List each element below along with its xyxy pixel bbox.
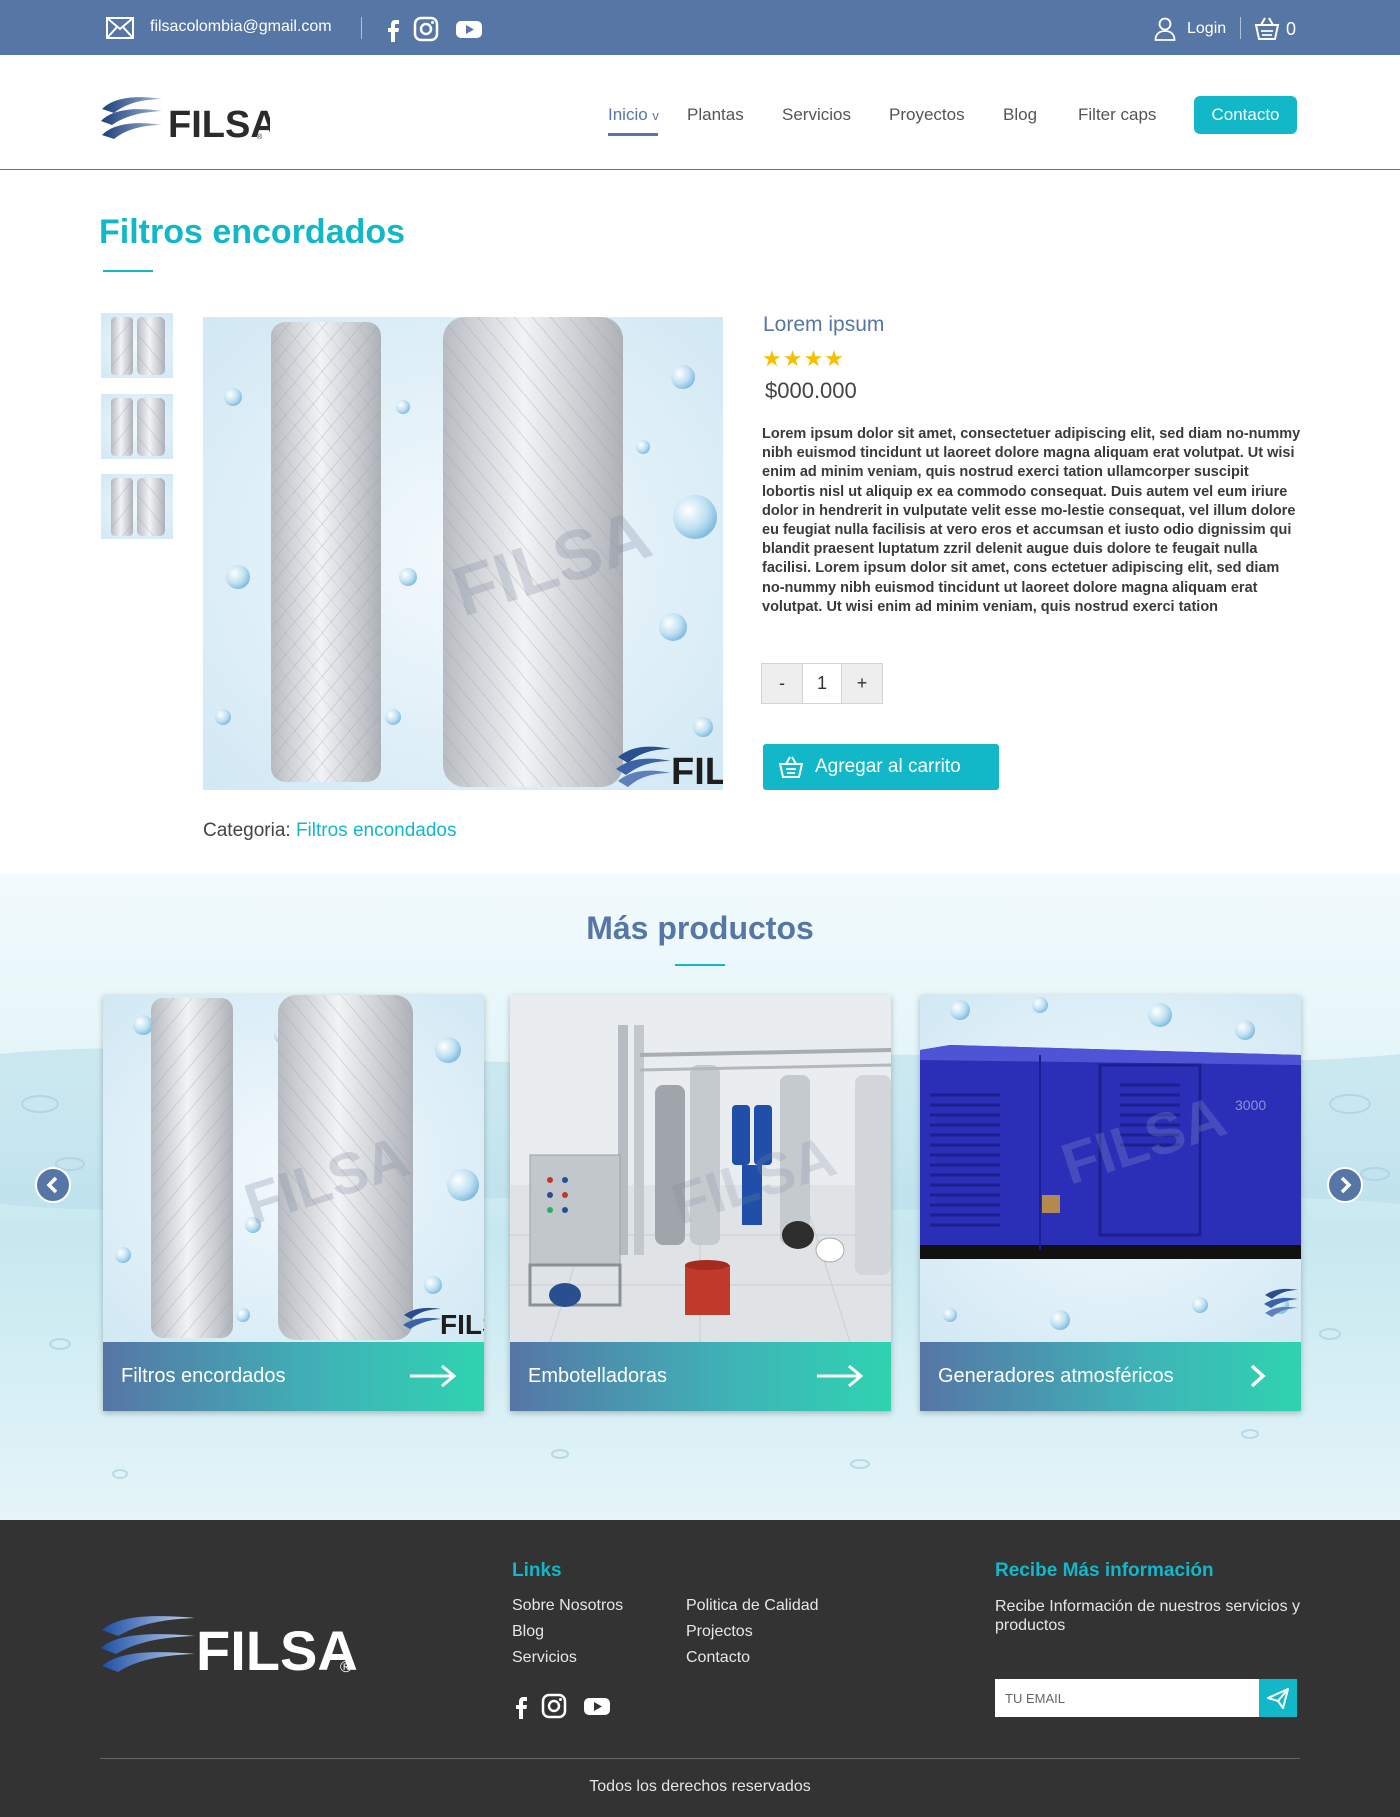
product-card-label: Filtros encordados: [121, 1365, 286, 1387]
product-thumbnail[interactable]: [101, 313, 173, 378]
facebook-icon[interactable]: [380, 16, 406, 42]
rating-stars: ★★★★: [762, 346, 845, 371]
image-brand: FILS: [671, 751, 723, 790]
product-description: Lorem ipsum dolor sit amet, consectetuer…: [762, 426, 1301, 615]
arrow-right-icon[interactable]: [408, 1362, 458, 1390]
nav-blog[interactable]: Blog: [1003, 105, 1037, 125]
quantity-increase-button[interactable]: +: [842, 664, 882, 703]
nav-inicio[interactable]: Inicio v: [608, 105, 659, 125]
quantity-stepper: - 1 +: [761, 663, 883, 704]
nav-filter-caps[interactable]: Filter caps: [1078, 105, 1156, 125]
divider: [1240, 17, 1241, 39]
copyright-text: Todos los derechos reservados: [589, 1778, 811, 1795]
nav-label: Inicio: [608, 105, 648, 124]
product-card-footer: Filtros encordados: [103, 1342, 484, 1411]
newsletter-email-input[interactable]: [995, 1679, 1259, 1717]
product-card-footer: Embotelladoras: [510, 1342, 891, 1411]
footer-link-sobre-nosotros[interactable]: Sobre Nosotros: [512, 1597, 623, 1615]
cart-count[interactable]: 0: [1286, 19, 1296, 40]
login-link[interactable]: Login: [1187, 20, 1226, 38]
category-label: Categoria:: [203, 820, 291, 841]
footer-link-contacto[interactable]: Contacto: [686, 1649, 750, 1667]
newsletter-send-button[interactable]: [1259, 1679, 1297, 1717]
filsa-logo[interactable]: FILSA ®: [100, 91, 270, 143]
add-to-cart-label: Agregar al carrito: [815, 756, 961, 777]
category-link[interactable]: Filtros encondados: [296, 820, 457, 841]
footer-link-blog[interactable]: Blog: [512, 1623, 544, 1641]
carousel-next-button[interactable]: [1327, 1167, 1363, 1203]
footer-links-heading: Links: [512, 1560, 562, 1581]
product-card-image: 3000 FILSA: [920, 995, 1301, 1342]
product-card[interactable]: 3000 FILSA Generadores atmosféricos: [920, 995, 1301, 1411]
product-name: Lorem ipsum: [763, 313, 885, 336]
filsa-logo[interactable]: FILSA ®: [100, 1608, 360, 1678]
product-card-footer: Generadores atmosféricos: [920, 1342, 1301, 1411]
arrow-right-icon[interactable]: [1243, 1362, 1271, 1390]
instagram-icon[interactable]: [413, 16, 439, 42]
divider: [361, 17, 362, 39]
product-card[interactable]: FILSA FILS Filtros encordados: [103, 995, 484, 1411]
cart-icon[interactable]: [1254, 16, 1280, 42]
logo-text: FILSA: [168, 104, 270, 143]
product-card-image: FILSA FILS: [103, 995, 484, 1342]
site-footer: FILSA ® Links Sobre Nosotros Blog Servic…: [0, 1520, 1400, 1817]
page-title: Filtros encordados: [99, 213, 406, 251]
registered-mark: ®: [340, 1659, 352, 1676]
footer-divider: [100, 1758, 1300, 1759]
product-price: $000.000: [765, 378, 857, 403]
logo-text: FILSA: [196, 1619, 358, 1678]
contact-email[interactable]: filsacolombia@gmail.com: [150, 18, 332, 36]
user-icon[interactable]: [1154, 17, 1176, 41]
footer-info-text: Recibe Información de nuestros servicios…: [995, 1598, 1301, 1634]
quantity-decrease-button[interactable]: -: [762, 664, 802, 703]
product-card[interactable]: FILSA Embotelladoras: [510, 995, 891, 1411]
product-card-image: FILSA: [510, 995, 891, 1342]
title-divider: [675, 964, 725, 966]
nav-active-indicator: [608, 133, 658, 136]
carousel-prev-button[interactable]: [35, 1167, 71, 1203]
site-header: FILSA ® Inicio v Plantas Servicios Proye…: [0, 55, 1400, 170]
more-products-section: Más productos FILSA FILS Filtros encorda: [0, 874, 1400, 1520]
chevron-right-icon: [1340, 1176, 1352, 1194]
youtube-icon[interactable]: [583, 1693, 611, 1719]
product-card-label: Embotelladoras: [528, 1365, 667, 1387]
product-main-image[interactable]: FILSA FILS: [203, 317, 723, 790]
footer-link-servicios[interactable]: Servicios: [512, 1649, 577, 1667]
instagram-icon[interactable]: [541, 1693, 567, 1719]
youtube-icon[interactable]: [455, 16, 483, 42]
nav-proyectos[interactable]: Proyectos: [889, 105, 965, 125]
machine-number: 3000: [1235, 1097, 1266, 1113]
section-title: Más productos: [586, 910, 814, 946]
chevron-left-icon: [46, 1176, 58, 1194]
contact-button[interactable]: Contacto: [1194, 96, 1297, 134]
nav-servicios[interactable]: Servicios: [782, 105, 851, 125]
top-bar: filsacolombia@gmail.com Login 0: [0, 0, 1400, 55]
footer-link-projectos[interactable]: Projectos: [686, 1623, 753, 1641]
product-thumbnail[interactable]: [101, 394, 173, 459]
title-divider: [103, 270, 153, 272]
image-brand: FILS: [440, 1309, 484, 1340]
facebook-icon[interactable]: [508, 1693, 534, 1719]
nav-plantas[interactable]: Plantas: [687, 105, 744, 125]
add-to-cart-button[interactable]: Agregar al carrito: [763, 744, 999, 790]
product-thumbnail[interactable]: [101, 474, 173, 539]
mail-icon[interactable]: [106, 17, 134, 39]
product-card-label: Generadores atmosféricos: [938, 1365, 1174, 1387]
footer-link-politica-calidad[interactable]: Politica de Calidad: [686, 1597, 819, 1615]
send-icon: [1267, 1688, 1289, 1709]
cart-icon: [779, 756, 803, 778]
quantity-value[interactable]: 1: [802, 664, 842, 703]
footer-info-heading: Recibe Más información: [995, 1560, 1214, 1581]
arrow-right-icon[interactable]: [815, 1362, 865, 1390]
product-category: Categoria: Filtros encondados: [203, 820, 457, 842]
chevron-down-icon: v: [652, 108, 659, 123]
registered-mark: ®: [257, 133, 263, 141]
